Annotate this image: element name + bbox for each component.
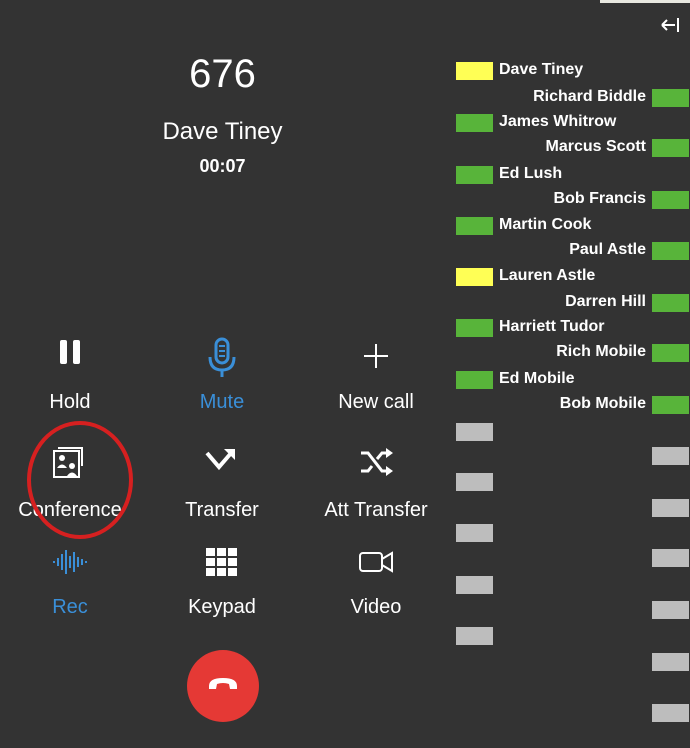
- empty-blf-slot[interactable]: [456, 524, 493, 542]
- contact-name: Harriett Tudor: [499, 318, 605, 335]
- caller-name: Dave Tiney: [162, 118, 283, 145]
- status-lamp: [456, 319, 493, 337]
- empty-blf-slot[interactable]: [652, 549, 689, 567]
- contact-name: Richard Biddle: [533, 88, 646, 105]
- status-lamp: [652, 396, 689, 414]
- blf-contact[interactable]: Dave Tiney: [456, 60, 689, 80]
- blf-contact[interactable]: Paul Astle: [456, 240, 689, 260]
- contact-name: Rich Mobile: [556, 343, 646, 360]
- blf-contact[interactable]: Bob Francis: [456, 189, 689, 209]
- status-lamp: [456, 268, 493, 286]
- empty-blf-slot[interactable]: [456, 576, 493, 594]
- contact-name: Ed Lush: [499, 165, 563, 182]
- status-lamp: [652, 139, 689, 157]
- new-call-button[interactable]: New call: [301, 332, 451, 414]
- empty-blf-slot[interactable]: [456, 473, 493, 491]
- plus-icon: [356, 336, 396, 376]
- caller-extension: 676: [189, 52, 256, 96]
- contact-name: Bob Francis: [553, 190, 646, 207]
- shuffle-icon: [356, 442, 396, 482]
- hangup-button[interactable]: [187, 650, 259, 722]
- phone-hangup-icon: [207, 676, 239, 697]
- contact-name: Ed Mobile: [499, 370, 575, 387]
- status-lamp: [456, 114, 493, 132]
- microphone-icon: [202, 337, 242, 378]
- blf-contact[interactable]: Marcus Scott: [456, 137, 689, 157]
- keypad-icon: [202, 542, 242, 582]
- status-lamp: [652, 191, 689, 209]
- blf-contact[interactable]: Harriett Tudor: [456, 317, 689, 337]
- pause-icon: [50, 332, 90, 372]
- empty-blf-slot[interactable]: [652, 653, 689, 671]
- status-lamp: [652, 242, 689, 260]
- empty-blf-slot[interactable]: [652, 601, 689, 619]
- status-lamp: [652, 344, 689, 362]
- status-lamp: [652, 89, 689, 107]
- contact-name: Lauren Astle: [499, 267, 596, 284]
- waveform-icon: [50, 542, 90, 582]
- contact-name: Darren Hill: [565, 293, 646, 310]
- empty-blf-slot[interactable]: [652, 499, 689, 517]
- call-timer: 00:07: [199, 156, 246, 176]
- video-button[interactable]: Video: [301, 542, 451, 620]
- contact-name: Marcus Scott: [545, 138, 646, 155]
- blf-panel: Dave Tiney Richard Biddle James Whitrow …: [445, 0, 690, 748]
- blf-contact[interactable]: Darren Hill: [456, 292, 689, 312]
- blf-contact[interactable]: Ed Mobile: [456, 369, 689, 389]
- blf-contact[interactable]: Ed Lush: [456, 164, 689, 184]
- contact-name: Bob Mobile: [559, 395, 646, 412]
- transfer-icon: [202, 440, 242, 480]
- status-lamp: [652, 294, 689, 312]
- contact-name: James Whitrow: [499, 113, 617, 130]
- video-camera-icon: [356, 542, 396, 582]
- empty-blf-slot[interactable]: [652, 704, 689, 722]
- contact-name: Paul Astle: [569, 241, 646, 258]
- blf-contact[interactable]: Martin Cook: [456, 215, 689, 235]
- blf-contact[interactable]: Rich Mobile: [456, 342, 689, 362]
- status-lamp: [456, 166, 493, 184]
- empty-blf-slot[interactable]: [456, 627, 493, 645]
- att-transfer-button[interactable]: Att Transfer: [301, 440, 451, 522]
- status-lamp: [456, 62, 493, 80]
- blf-contact[interactable]: James Whitrow: [456, 112, 689, 132]
- contact-name: Martin Cook: [499, 216, 592, 233]
- empty-blf-slot[interactable]: [652, 447, 689, 465]
- call-panel: 676 Dave Tiney 00:07 Hold Mute New call: [0, 0, 445, 748]
- empty-blf-slot[interactable]: [456, 423, 493, 441]
- blf-contact[interactable]: Bob Mobile: [456, 394, 689, 414]
- blf-contact[interactable]: Lauren Astle: [456, 266, 689, 286]
- conference-icon: [50, 442, 90, 482]
- contact-name: Dave Tiney: [499, 61, 584, 78]
- blf-contact[interactable]: Richard Biddle: [456, 87, 689, 107]
- status-lamp: [456, 217, 493, 235]
- status-lamp: [456, 371, 493, 389]
